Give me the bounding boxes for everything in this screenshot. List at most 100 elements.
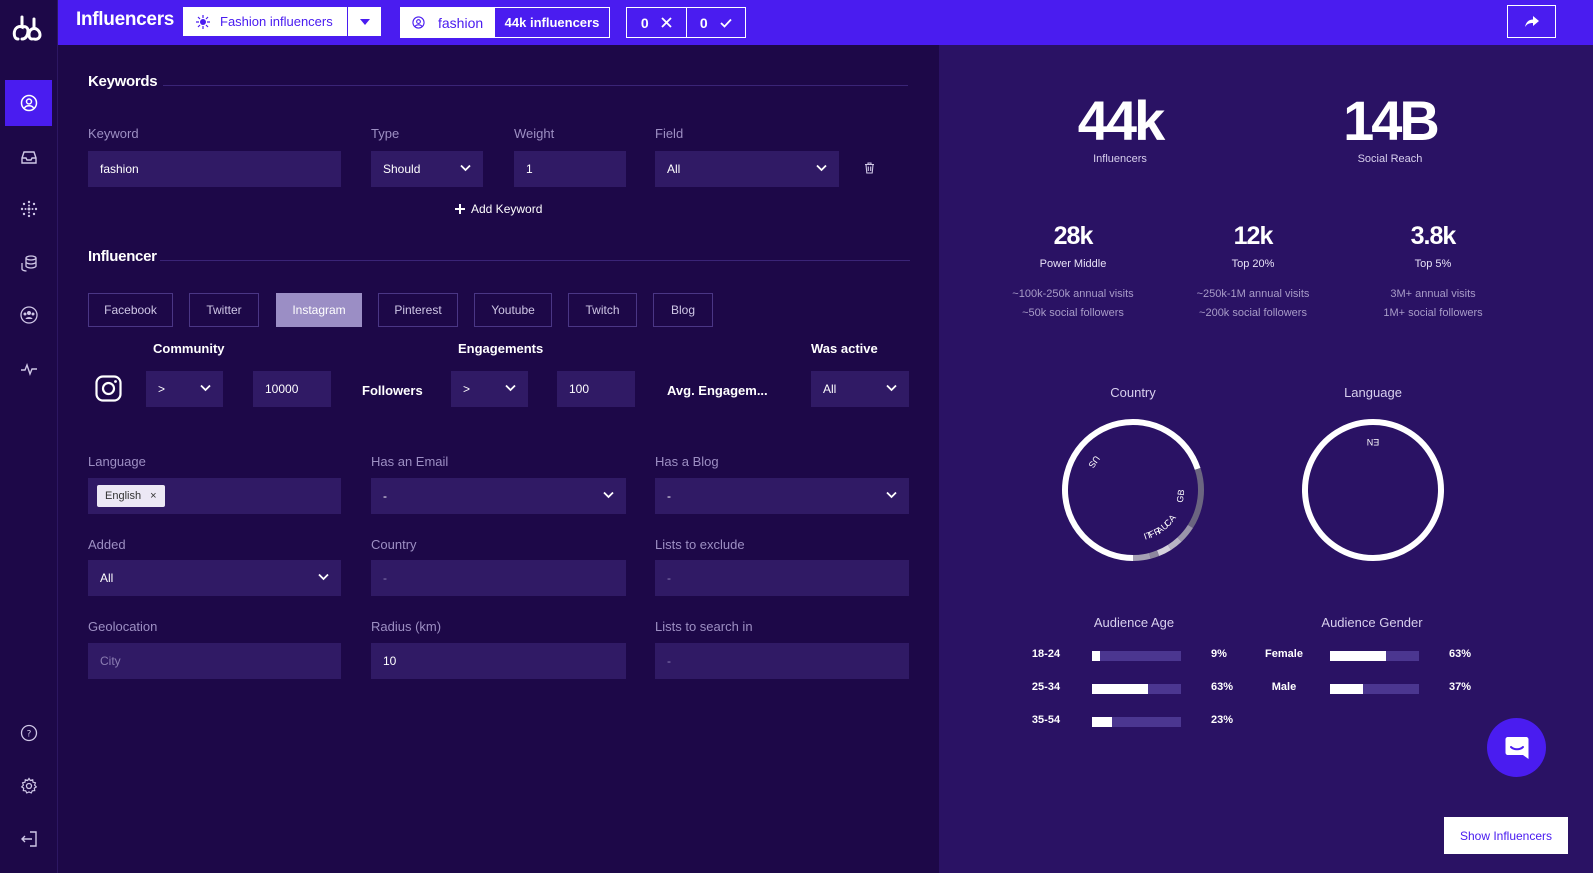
nav-community[interactable] [5, 292, 52, 338]
network-tab-facebook[interactable]: Facebook [88, 293, 173, 327]
result-count: 44k influencers [495, 8, 609, 37]
field-select[interactable]: All [655, 151, 839, 187]
engagement-value-input[interactable]: 100 [557, 371, 635, 407]
has-email-select[interactable]: - [371, 478, 626, 514]
language-multiselect[interactable]: English × [88, 478, 341, 514]
type-select[interactable]: Should [371, 151, 483, 187]
chevron-down-icon [886, 491, 897, 499]
donut-slice-other [1132, 552, 1151, 561]
keyword-summary-pill[interactable]: fashion 44k influencers [400, 7, 610, 38]
caret-down-icon [359, 18, 370, 25]
country-input[interactable]: - [371, 560, 626, 596]
network-tab-twitch[interactable]: Twitch [568, 293, 637, 327]
chevron-down-icon [318, 573, 329, 581]
chevron-down-icon [603, 491, 614, 499]
audience-age-title: Audience Age [1093, 615, 1175, 630]
country-chart-title: Country [1110, 385, 1156, 400]
has-blog-label: Has a Blog [655, 454, 719, 469]
bar-track [1092, 717, 1181, 727]
community-operator-select[interactable]: > [146, 371, 223, 407]
network-tab-twitter[interactable]: Twitter [189, 293, 259, 327]
community-value-input[interactable]: 10000 [253, 371, 331, 407]
type-select-value: Should [383, 162, 421, 176]
added-label: Added [88, 537, 126, 552]
nav-inbox[interactable] [5, 134, 52, 180]
added-value: All [100, 571, 114, 585]
donut-slice-au [1167, 537, 1182, 550]
tier-top5-visits: 3M+ annual visits [1390, 288, 1476, 300]
country-donut-chart: USGBCAAUFRIT [1062, 419, 1204, 561]
radius-label: Radius (km) [371, 619, 442, 634]
gear-icon [20, 777, 37, 794]
bar-value: 23% [1211, 714, 1234, 726]
nav-network[interactable] [5, 186, 52, 232]
nav-help[interactable]: ? [5, 710, 52, 756]
bar-fill [1330, 684, 1363, 694]
keyword-input[interactable]: fashion [88, 151, 341, 187]
user-search-icon [412, 16, 425, 29]
network-tab-instagram[interactable]: Instagram [276, 293, 362, 327]
influencers-count: 44k [1077, 89, 1165, 152]
engagement-operator-select[interactable]: > [451, 371, 528, 407]
lists-exclude-input[interactable]: - [655, 560, 909, 596]
chevron-down-icon [200, 384, 211, 392]
language-chart-title: Language [1344, 385, 1402, 400]
activity-pulse-icon [20, 362, 37, 377]
saved-search-select[interactable]: Fashion influencers [183, 7, 381, 36]
geolocation-input[interactable]: City [88, 643, 341, 679]
network-tab-youtube[interactable]: Youtube [474, 293, 552, 327]
nav-settings[interactable] [5, 763, 52, 809]
coins-icon [20, 255, 37, 272]
instagram-icon [95, 375, 122, 402]
top-bar: Influencers Fashion influencers fashion … [58, 0, 1593, 45]
weight-input[interactable]: 1 [514, 151, 626, 187]
field-select-value: All [667, 162, 681, 176]
engagement-operator-value: > [463, 382, 471, 396]
network-tab-pinterest[interactable]: Pinterest [378, 293, 458, 327]
lists-exclude-label: Lists to exclude [655, 537, 745, 552]
saved-search-dropdown-button[interactable] [347, 7, 381, 36]
rejected-counter[interactable]: 0 [627, 8, 687, 37]
audience-gender-title: Audience Gender [1321, 615, 1423, 630]
review-counter: 0 0 [626, 7, 746, 38]
tier-top5-label: Top 5% [1414, 258, 1452, 270]
tier-power-middle-label: Power Middle [1039, 258, 1107, 270]
lists-search-input[interactable]: - [655, 643, 909, 679]
nav-influencer-search[interactable] [5, 80, 52, 126]
saved-search-name: Fashion influencers [220, 14, 333, 29]
show-influencers-button[interactable]: Show Influencers [1444, 817, 1568, 854]
donut-slice-fr [1156, 544, 1172, 557]
has-blog-select[interactable]: - [655, 478, 909, 514]
share-button[interactable] [1507, 5, 1556, 38]
chat-launcher-button[interactable] [1487, 718, 1546, 777]
rejected-count: 0 [640, 14, 649, 31]
nav-activity[interactable] [5, 346, 52, 392]
inbox-icon [20, 151, 37, 164]
tier-top5-followers: 1M+ social followers [1383, 307, 1483, 319]
bar-value: 9% [1211, 648, 1227, 660]
was-active-select[interactable]: All [811, 371, 909, 407]
radius-input[interactable]: 10 [371, 643, 626, 679]
added-select[interactable]: All [88, 560, 341, 596]
keywords-section-title: Keywords [88, 73, 158, 90]
accepted-count: 0 [699, 14, 708, 31]
trash-icon[interactable] [864, 162, 875, 174]
community-operator-value: > [158, 382, 166, 396]
remove-tag-icon[interactable]: × [150, 490, 156, 502]
bar-track [1330, 651, 1419, 661]
weight-label: Weight [514, 126, 555, 141]
chat-icon [1505, 736, 1528, 759]
nav-coins[interactable] [5, 240, 52, 286]
language-label: Language [88, 454, 146, 469]
app-logo[interactable] [10, 9, 46, 45]
field-label: Field [655, 126, 684, 141]
engagement-metric-label: Avg. Engagem... [667, 383, 768, 398]
add-keyword-button[interactable]: Add Keyword [455, 202, 542, 216]
bar-fill [1092, 717, 1113, 727]
has-blog-value: - [667, 489, 671, 503]
nav-logout[interactable] [5, 816, 52, 862]
network-tab-blog[interactable]: Blog [653, 293, 713, 327]
sidebar: ? [0, 0, 58, 873]
accepted-counter[interactable]: 0 [687, 8, 746, 37]
chevron-down-icon [886, 384, 897, 392]
